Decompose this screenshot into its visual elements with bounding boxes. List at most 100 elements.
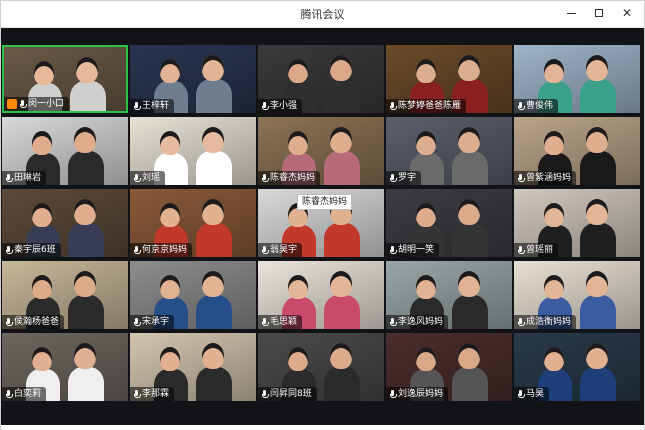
participant-face xyxy=(416,59,436,83)
participant-face xyxy=(458,199,480,225)
participant-name: 马昊 xyxy=(526,389,545,399)
maximize-icon xyxy=(595,9,603,17)
participant-video-tile[interactable]: 白奕莉 xyxy=(2,333,128,401)
participant-face xyxy=(74,199,96,225)
microphone-icon xyxy=(389,317,397,327)
close-icon: ✕ xyxy=(621,6,633,20)
participant-name-bar: 罗宇 xyxy=(386,171,422,185)
participant-name-bar: 王梓轩 xyxy=(130,99,175,113)
participant-name-bar: 曾瑶丽 xyxy=(514,243,559,257)
participant-face xyxy=(330,55,352,81)
participant-face xyxy=(288,59,308,83)
participant-silhouette xyxy=(580,79,616,113)
participant-name-bar: 毛思颖 xyxy=(258,315,303,329)
participant-video-tile[interactable]: 王梓轩 xyxy=(130,45,256,113)
participant-face xyxy=(32,131,52,155)
participant-silhouette xyxy=(324,223,360,257)
microphone-icon xyxy=(133,101,141,111)
participant-face xyxy=(586,55,608,81)
participant-video-tile[interactable]: 李逸风妈妈 xyxy=(386,261,512,329)
participant-video-tile[interactable]: 闵一小口 xyxy=(2,45,128,113)
participant-name: 白奕莉 xyxy=(14,389,42,399)
participant-face xyxy=(416,275,436,299)
participant-face xyxy=(160,203,180,227)
participant-silhouette xyxy=(68,151,104,185)
participant-name-bar: 成浩衡妈妈 xyxy=(514,315,577,329)
participant-face xyxy=(288,275,308,299)
participant-name: 侯瀚杨爸爸 xyxy=(14,317,60,327)
participant-video-tile[interactable]: 李小强 xyxy=(258,45,384,113)
participant-name: 李那霖 xyxy=(142,389,170,399)
participant-name: 胡明一笑 xyxy=(398,245,435,255)
participant-face xyxy=(32,275,52,299)
participant-silhouette xyxy=(324,151,360,185)
participant-video-tile[interactable]: 李那霖 xyxy=(130,333,256,401)
participant-face xyxy=(416,203,436,227)
microphone-icon xyxy=(389,101,397,111)
participant-name: 闵一小口 xyxy=(28,99,65,109)
minimize-button[interactable] xyxy=(561,4,581,22)
participant-video-tile[interactable]: 罗宇 xyxy=(386,117,512,185)
participant-face xyxy=(586,271,608,297)
participant-name: 曾瑶丽 xyxy=(526,245,554,255)
participant-video-tile[interactable]: 曾紫涵妈妈 xyxy=(514,117,640,185)
participant-video-tile[interactable]: 刘瑶 xyxy=(130,117,256,185)
participant-video-tile[interactable]: 陈睿杰妈妈 xyxy=(258,117,384,185)
microphone-icon xyxy=(389,173,397,183)
participant-name-bar: 白奕莉 xyxy=(2,387,47,401)
participant-video-tile[interactable]: 宋承宇 xyxy=(130,261,256,329)
participant-video-tile[interactable]: 胡明一笑 xyxy=(386,189,512,257)
participant-silhouette xyxy=(196,367,232,401)
participant-face xyxy=(586,127,608,153)
close-button[interactable]: ✕ xyxy=(617,4,637,22)
maximize-button[interactable] xyxy=(589,4,609,22)
participant-face xyxy=(202,343,224,369)
participant-video-tile[interactable]: 曹俊伟 xyxy=(514,45,640,113)
participant-face xyxy=(34,61,54,85)
participant-face xyxy=(544,59,564,83)
participant-face xyxy=(586,199,608,225)
participant-face xyxy=(330,343,352,369)
minimize-icon xyxy=(566,12,576,14)
participant-silhouette xyxy=(452,151,488,185)
participant-video-tile[interactable]: 陈梦婷爸爸陈雁 xyxy=(386,45,512,113)
participant-silhouette xyxy=(452,367,488,401)
participant-face xyxy=(288,131,308,155)
participant-face xyxy=(160,59,180,83)
participant-face xyxy=(202,199,224,225)
participant-name: 陈睿杰妈妈 xyxy=(270,173,316,183)
participant-video-tile[interactable]: 何京京妈妈 xyxy=(130,189,256,257)
participant-video-tile[interactable]: 毛思颖 xyxy=(258,261,384,329)
microphone-icon xyxy=(261,389,269,399)
microphone-icon xyxy=(389,389,397,399)
participant-video-tile[interactable]: 闫昇同8班 xyxy=(258,333,384,401)
participant-face xyxy=(458,271,480,297)
participant-name: 刘瑶 xyxy=(142,173,161,183)
participant-video-tile[interactable]: 侯瀚杨爸爸 xyxy=(2,261,128,329)
participant-name-bar: 翁昊宇 xyxy=(258,243,303,257)
participant-video-tile[interactable]: 刘逸辰妈妈 xyxy=(386,333,512,401)
participant-video-tile[interactable]: 成浩衡妈妈 xyxy=(514,261,640,329)
microphone-icon xyxy=(517,389,525,399)
participant-name-bar: 胡明一笑 xyxy=(386,243,440,257)
participant-face xyxy=(76,57,98,83)
microphone-icon xyxy=(133,317,141,327)
participant-face xyxy=(458,55,480,81)
participant-face xyxy=(586,343,608,369)
participant-face xyxy=(416,347,436,371)
participant-name-bar: 陈梦婷爸爸陈雁 xyxy=(386,99,467,113)
microphone-icon xyxy=(517,101,525,111)
participant-video-tile[interactable]: 秦宇辰6班 xyxy=(2,189,128,257)
participant-silhouette xyxy=(324,295,360,329)
title-bar: 腾讯会议 ✕ xyxy=(1,1,644,28)
participant-name: 曹俊伟 xyxy=(526,101,554,111)
video-gallery: 闵一小口 王梓轩 李小强 陈梦婷爸爸陈雁 曹俊伟田琳岩刘瑶 陈睿杰妈妈 罗宇 曾紫涵妈妈秦宇辰… xyxy=(1,28,644,425)
microphone-icon xyxy=(19,99,27,109)
participant-silhouette xyxy=(452,223,488,257)
participant-face xyxy=(330,127,352,153)
microphone-icon xyxy=(5,317,13,327)
participant-video-tile[interactable]: 田琳岩 xyxy=(2,117,128,185)
participant-video-tile[interactable]: 曾瑶丽 xyxy=(514,189,640,257)
participant-video-tile[interactable]: 马昊 xyxy=(514,333,640,401)
participant-name-bar: 刘逸辰妈妈 xyxy=(386,387,449,401)
